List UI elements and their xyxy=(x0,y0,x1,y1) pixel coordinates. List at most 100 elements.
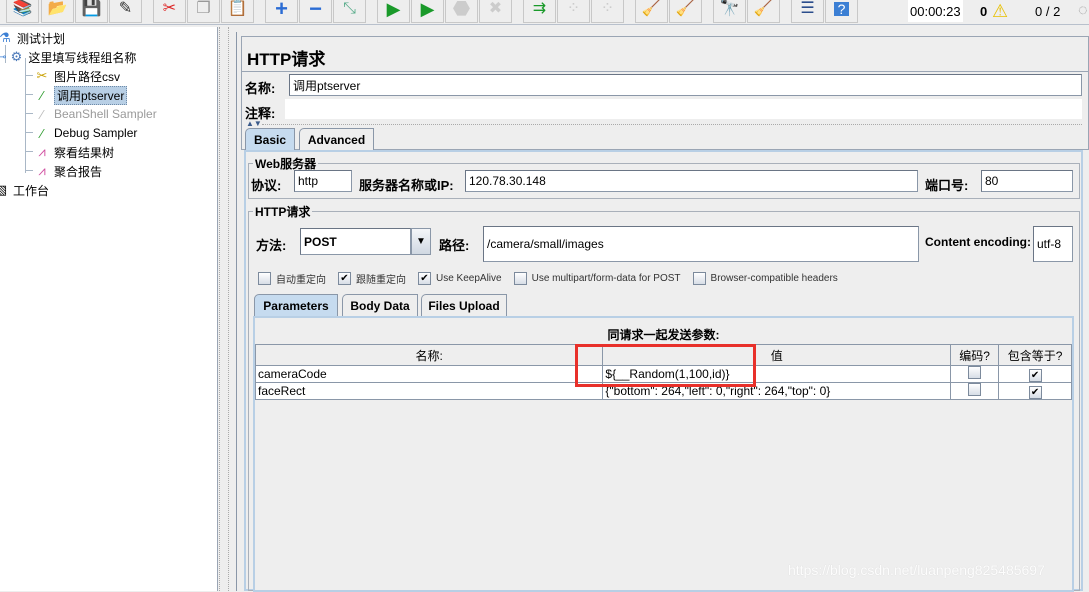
remote-start-icon: ⇉ xyxy=(532,0,547,17)
column-header-encode[interactable]: 编码? xyxy=(950,344,1000,366)
checkbox-unchecked-icon xyxy=(692,272,706,285)
name-input[interactable] xyxy=(289,74,1082,96)
split-pane-divider[interactable] xyxy=(219,27,229,591)
encode-checkbox[interactable] xyxy=(950,382,1000,400)
tree-item-http-sampler[interactable]: ⁄ 调用ptserver xyxy=(33,85,128,105)
tab-body-data[interactable]: Body Data xyxy=(342,294,418,316)
include-equals-checkbox[interactable]: ✔ xyxy=(998,365,1072,383)
save-as-button[interactable]: ✎ xyxy=(109,0,142,23)
path-label: 路径: xyxy=(439,238,470,253)
start-no-pauses-button[interactable]: ▶ xyxy=(411,0,444,23)
expand-handle-icon[interactable]: ⊸ xyxy=(0,52,6,63)
play-no-timer-icon: ▶ xyxy=(420,0,435,19)
active-threads: 0 / 2 xyxy=(1035,3,1061,19)
param-name-cell[interactable]: cameraCode xyxy=(254,365,604,383)
param-name-cell[interactable]: faceRect xyxy=(254,382,604,400)
port-input[interactable]: 80 xyxy=(981,170,1073,192)
warning-icon[interactable]: ⚠ xyxy=(992,0,1008,22)
collapse-button[interactable]: − xyxy=(299,0,332,23)
checkbox-unchecked-icon xyxy=(968,366,982,379)
shutdown-icon: ✖ xyxy=(488,0,503,17)
remote-stop-button[interactable]: ⁘ xyxy=(557,0,590,23)
config-tools-icon: ✂ xyxy=(36,68,48,83)
tab-parameters[interactable]: Parameters xyxy=(254,294,338,316)
protocol-input[interactable]: http xyxy=(294,170,352,192)
params-caption: 同请求一起发送参数: xyxy=(607,328,720,342)
checkbox-checked-icon: ✔ xyxy=(338,272,351,285)
keepalive-checkbox[interactable]: ✔ Use KeepAlive xyxy=(418,272,502,285)
path-input[interactable]: /camera/small/images xyxy=(483,226,919,262)
start-button[interactable]: ▶ xyxy=(377,0,410,23)
elapsed-timer: 00:00:23 xyxy=(908,0,963,22)
method-label: 方法: xyxy=(256,238,287,253)
tree-item-view-results-tree[interactable]: ⩘ 察看结果树 xyxy=(33,143,114,161)
checkbox-checked-icon: ✔ xyxy=(1028,368,1042,382)
include-equals-checkbox[interactable]: ✔ xyxy=(998,382,1072,400)
clear-all-button[interactable]: 🧹 xyxy=(669,0,702,23)
method-select[interactable]: POST xyxy=(300,228,411,255)
workbench-icon: ▧ xyxy=(0,182,8,197)
tree-item-workbench[interactable]: ▧ 工作台 xyxy=(0,181,49,199)
tree-item-beanshell-sampler[interactable]: ⁄ BeanShell Sampler xyxy=(33,105,157,123)
minus-icon: − xyxy=(309,0,322,21)
method-dropdown-chevron-icon[interactable]: ▼ xyxy=(411,228,431,255)
remote-shutdown-button[interactable]: ⁘ xyxy=(591,0,624,23)
column-header-name[interactable]: 名称: xyxy=(254,344,604,366)
clear-all-icon: 🧹 xyxy=(675,0,696,17)
multipart-checkbox[interactable]: Use multipart/form-data for POST xyxy=(513,272,681,285)
reset-search-button[interactable]: 🧹 xyxy=(747,0,780,23)
folder-icon: 📂 xyxy=(47,0,68,17)
play-icon: ▶ xyxy=(386,0,401,19)
listener-graph-icon: ⩘ xyxy=(38,144,46,159)
options-row: 自动重定向 ✔ 跟随重定向 ✔ Use KeepAlive Use multipar… xyxy=(258,271,850,286)
tree-item-aggregate-report[interactable]: ⩘ 聚合报告 xyxy=(33,162,102,180)
follow-redirect-checkbox[interactable]: ✔ 跟随重定向 xyxy=(338,271,406,286)
checkbox-unchecked-icon xyxy=(968,383,982,396)
auto-redirect-checkbox[interactable]: 自动重定向 xyxy=(258,271,326,286)
save-button[interactable]: 💾 xyxy=(75,0,108,23)
tree-item-test-plan[interactable]: ⚗ 测试计划 xyxy=(0,29,65,47)
shutdown-button[interactable]: ✖ xyxy=(479,0,512,23)
tree-item-csv-config[interactable]: ✂ 图片路径csv xyxy=(33,67,120,85)
name-label: 名称: xyxy=(245,81,276,96)
function-helper-button[interactable]: ☰ xyxy=(791,0,824,23)
tree-item-debug-sampler[interactable]: ⁄ Debug Sampler xyxy=(33,124,137,142)
help-button[interactable]: ? xyxy=(825,0,858,23)
search-button[interactable]: 🔭 xyxy=(713,0,746,23)
encoding-input[interactable]: utf-8 xyxy=(1033,226,1073,262)
copy-icon: ❐ xyxy=(196,0,211,17)
copy-button[interactable]: ❐ xyxy=(187,0,220,23)
highlight-annotation-box xyxy=(575,344,756,387)
toolbar: 📚 📂 💾 ✎ ✂ ❐ 📋 + − ⤡ ▶ ▶ ⬣ ✖ ⇉ ⁘ ⁘ 🧹 🧹 🔭 … xyxy=(0,0,1089,25)
http-request-panel: HTTP请求 名称: 注释: ▲▼ Basic Advanced Web服务器 … xyxy=(236,32,1089,592)
server-label: 服务器名称或IP: xyxy=(359,178,454,193)
plus-icon: + xyxy=(275,0,288,21)
checkbox-unchecked-icon xyxy=(258,272,271,285)
stop-button[interactable]: ⬣ xyxy=(445,0,478,23)
list-icon: ☰ xyxy=(800,0,815,17)
http-request-group: HTTP请求 方法: POST ▼ 路径: /camera/small/imag… xyxy=(248,203,1080,592)
page-title: HTTP请求 xyxy=(247,50,326,69)
cut-button[interactable]: ✂ xyxy=(153,0,186,23)
tab-files-upload[interactable]: Files Upload xyxy=(421,294,507,316)
paste-button[interactable]: 📋 xyxy=(221,0,254,23)
encode-checkbox[interactable] xyxy=(950,365,1000,383)
tab-basic[interactable]: Basic xyxy=(245,128,295,150)
comment-input[interactable] xyxy=(285,99,1082,119)
browser-headers-checkbox[interactable]: Browser-compatible headers xyxy=(692,272,838,285)
column-header-include-equals[interactable]: 包含等于? xyxy=(998,344,1072,366)
clear-button[interactable]: 🧹 xyxy=(635,0,668,23)
tab-advanced[interactable]: Advanced xyxy=(299,128,374,150)
remote-start-button[interactable]: ⇉ xyxy=(523,0,556,23)
server-input[interactable]: 120.78.30.148 xyxy=(465,170,918,192)
tree-item-thread-group[interactable]: ⊸ ⚙ 这里填写线程组名称 xyxy=(0,48,136,66)
toggle-button[interactable]: ⤡ xyxy=(333,0,366,23)
sampler-pipette-icon: ⁄ xyxy=(40,125,44,141)
expand-button[interactable]: + xyxy=(265,0,298,23)
templates-icon: 📚 xyxy=(12,0,33,17)
clear-icon: 🧹 xyxy=(641,0,662,17)
templates-button[interactable]: 📚 xyxy=(6,0,39,23)
encoding-label: Content encoding: xyxy=(925,235,1031,249)
open-button[interactable]: 📂 xyxy=(41,0,74,23)
collapse-arrows-icon[interactable]: ▲▼ xyxy=(246,119,262,128)
